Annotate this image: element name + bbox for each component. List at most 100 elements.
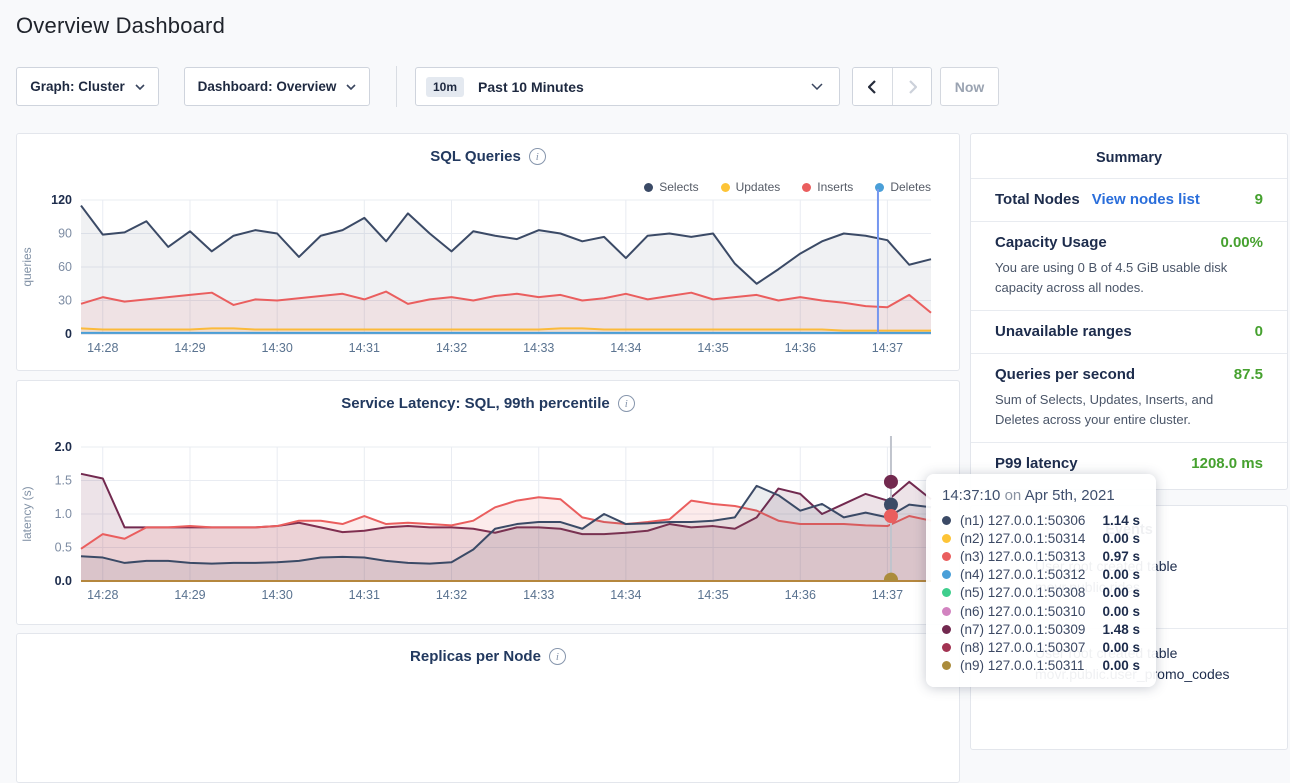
service-latency-chart[interactable]: 14:2814:2914:3014:3114:3214:3314:3414:35… [17,436,961,606]
replicas-per-node-panel: Replicas per Node i [16,633,960,783]
svg-text:120: 120 [51,193,72,207]
svg-text:14:32: 14:32 [436,588,467,602]
tooltip-node-address: (n4) 127.0.0.1:50312 [960,567,1085,582]
chevron-down-icon [346,84,356,90]
svg-text:14:34: 14:34 [610,588,641,602]
tooltip-node-row: (n5) 127.0.0.1:50308 0.00 s [942,584,1140,602]
svg-text:14:28: 14:28 [87,588,118,602]
node-color-dot-icon [942,661,951,670]
summary-label: Total Nodes [995,191,1080,208]
now-button[interactable]: Now [940,67,999,106]
controls-divider [396,66,397,107]
node-color-dot-icon [942,607,951,616]
summary-value: 9 [1255,191,1263,208]
svg-text:latency (s): latency (s) [20,486,34,541]
tooltip-node-row: (n2) 127.0.0.1:50314 0.00 s [942,529,1140,547]
tooltip-timestamp: 14:37:10 on Apr 5th, 2021 [942,487,1140,504]
svg-text:14:37: 14:37 [872,341,903,355]
chart-tooltip: 14:37:10 on Apr 5th, 2021 (n1) 127.0.0.1… [926,474,1156,687]
tooltip-node-value: 0.00 s [1102,567,1140,582]
sql-queries-title: SQL Queries [430,148,521,165]
tooltip-node-row: (n3) 127.0.0.1:503130.97 s [942,547,1140,565]
summary-value: 0 [1255,323,1263,340]
tooltip-node-address: (n9) 127.0.0.1:50311 [960,658,1084,673]
svg-text:14:29: 14:29 [174,341,205,355]
tooltip-node-value: 0.00 s [1102,585,1140,600]
svg-text:14:30: 14:30 [262,341,293,355]
replicas-per-node-title: Replicas per Node [410,648,541,665]
chevron-down-icon [811,83,823,90]
tooltip-node-row: (n4) 127.0.0.1:50312 0.00 s [942,566,1140,584]
svg-text:14:34: 14:34 [610,341,641,355]
tooltip-node-address: (n2) 127.0.0.1:50314 [960,531,1085,546]
time-range-badge: 10m [426,77,464,97]
svg-text:14:32: 14:32 [436,341,467,355]
tooltip-node-value: 0.00 s [1102,658,1140,673]
info-icon[interactable]: i [529,148,546,165]
svg-text:1.5: 1.5 [55,474,72,488]
view-nodes-list-link[interactable]: View nodes list [1092,191,1200,208]
node-color-dot-icon [942,552,951,561]
svg-text:90: 90 [58,227,72,241]
svg-text:30: 30 [58,294,72,308]
summary-title: Summary [971,134,1287,178]
summary-label: Unavailable ranges [995,323,1132,340]
time-range-selector[interactable]: 10m Past 10 Minutes [415,67,840,106]
node-color-dot-icon [942,588,951,597]
svg-text:14:31: 14:31 [349,341,380,355]
node-color-dot-icon [942,570,951,579]
info-icon[interactable]: i [618,395,635,412]
svg-text:0: 0 [65,327,72,341]
svg-text:14:30: 14:30 [262,588,293,602]
tooltip-node-address: (n1) 127.0.0.1:50306 [960,513,1085,528]
chevron-right-icon [908,80,917,94]
svg-text:14:29: 14:29 [174,588,205,602]
tooltip-node-address: (n7) 127.0.0.1:50309 [960,622,1085,637]
svg-text:14:28: 14:28 [87,341,118,355]
info-icon[interactable]: i [549,648,566,665]
svg-text:14:37: 14:37 [872,588,903,602]
svg-text:14:33: 14:33 [523,341,554,355]
tooltip-node-value: 0.00 s [1102,640,1140,655]
node-color-dot-icon [942,534,951,543]
svg-text:queries: queries [20,247,34,286]
summary-item: Total Nodes View nodes list 9 [971,178,1287,221]
summary-item: Unavailable ranges 0 [971,310,1287,353]
tooltip-node-address: (n5) 127.0.0.1:50308 [960,585,1085,600]
summary-value: 87.5 [1234,366,1263,383]
svg-text:2.0: 2.0 [55,440,72,454]
dashboard-dropdown[interactable]: Dashboard: Overview [184,67,370,106]
tooltip-node-address: (n3) 127.0.0.1:50313 [960,549,1085,564]
svg-text:14:33: 14:33 [523,588,554,602]
sql-queries-panel: SQL Queries i SelectsUpdatesInsertsDelet… [16,133,960,371]
summary-item: Queries per second 87.5 Sum of Selects, Up… [971,353,1287,442]
summary-label: Queries per second [995,366,1135,383]
svg-text:14:36: 14:36 [785,341,816,355]
sql-queries-plot[interactable]: 14:28 14:29 14:30 14:31 14:32 14:33 14:34 14:35… [17,189,961,359]
chevron-down-icon [135,84,145,90]
summary-caption: You are using 0 B of 4.5 GiB usable disk… [995,258,1263,297]
svg-text:14:31: 14:31 [349,588,380,602]
summary-value: 1208.0 ms [1191,455,1263,472]
service-latency-plot[interactable]: 14:2814:2914:3014:3114:3214:3314:3414:35… [17,436,961,606]
summary-caption: Sum of Selects, Updates, Inserts, and De… [995,390,1263,429]
graph-dropdown-label: Graph: Cluster [30,79,125,94]
tooltip-node-row: (n9) 127.0.0.1:50311 0.00 s [942,657,1140,675]
summary-panel: Summary Total NodesView nodes list9Capac… [970,133,1288,490]
tooltip-node-row: (n8) 127.0.0.1:503070.00 s [942,638,1140,656]
next-time-window-button[interactable] [892,68,931,105]
time-range-label: Past 10 Minutes [478,79,584,95]
page-title: Overview Dashboard [16,13,225,39]
previous-time-window-button[interactable] [853,68,892,105]
tooltip-node-value: 1.48 s [1102,622,1140,637]
node-color-dot-icon [942,625,951,634]
tooltip-node-value: 0.00 s [1102,531,1140,546]
svg-text:14:35: 14:35 [697,341,728,355]
chevron-left-icon [868,80,877,94]
graph-dropdown[interactable]: Graph: Cluster [16,67,159,106]
svg-text:0.5: 0.5 [55,541,72,555]
sql-queries-chart[interactable]: 14:28 14:29 14:30 14:31 14:32 14:33 14:34 14:35… [17,189,961,359]
tooltip-node-value: 1.14 s [1102,513,1140,528]
svg-text:14:36: 14:36 [785,588,816,602]
summary-value: 0.00% [1220,234,1263,251]
